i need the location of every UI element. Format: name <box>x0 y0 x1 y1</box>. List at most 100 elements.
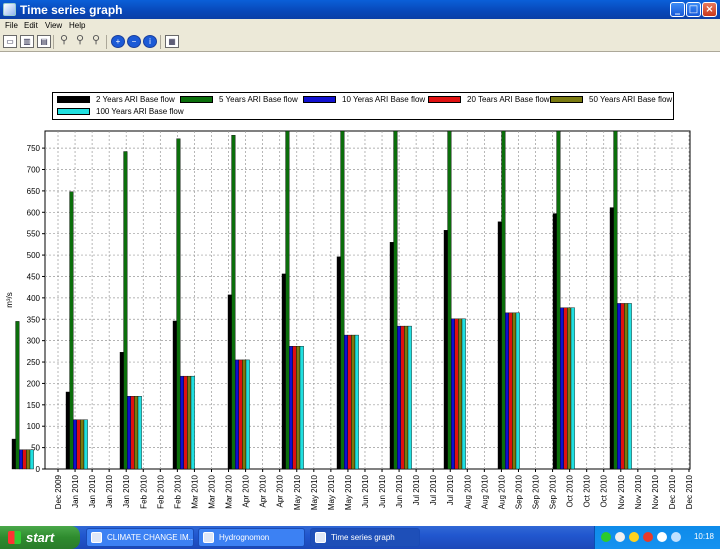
chart-bar-icon[interactable]: ▥ <box>20 35 34 48</box>
bar <box>560 307 565 470</box>
x-tick-label: Nov 2010 <box>617 474 626 509</box>
bar <box>447 130 452 470</box>
bar <box>76 419 81 470</box>
bar <box>393 130 398 470</box>
x-tick-label: Aug 2010 <box>463 474 472 509</box>
bar <box>172 320 177 470</box>
menu-file[interactable]: File <box>5 21 18 30</box>
bar <box>344 334 349 470</box>
toolbar-separator <box>106 35 107 49</box>
bar <box>451 318 456 470</box>
bar <box>289 346 294 470</box>
bar <box>340 130 345 470</box>
pan-right-icon[interactable]: − <box>127 35 141 48</box>
bar <box>454 318 459 470</box>
toolbar-separator <box>160 35 161 49</box>
x-tick-label: Jun 2010 <box>395 474 404 507</box>
bar <box>609 207 614 470</box>
bar <box>29 449 34 470</box>
chart-area: 2 Years ARI Base flow 5 Years ARI Base f… <box>0 52 720 526</box>
bar <box>69 191 74 470</box>
bar <box>72 419 77 470</box>
y-tick-label: 0 <box>36 465 41 474</box>
x-tick-label: Jun 2010 <box>378 474 387 507</box>
x-tick-label: Mar 2010 <box>190 474 199 508</box>
x-tick-label: Nov 2010 <box>634 474 643 509</box>
bar <box>407 325 412 470</box>
menu-help[interactable]: Help <box>69 21 85 30</box>
bar <box>505 312 510 470</box>
x-tick-label: Apr 2010 <box>242 474 251 507</box>
bar <box>238 359 243 470</box>
x-tick-label: Sep 2010 <box>514 474 523 509</box>
bar <box>567 307 572 470</box>
x-tick-label: Jan 2010 <box>105 474 114 507</box>
taskbar-item[interactable]: CLIMATE CHANGE IM... <box>86 528 194 547</box>
menu-bar: File Edit View Help <box>0 19 720 32</box>
taskbar-item[interactable]: Hydrognomon <box>198 528 305 547</box>
x-tick-label: Feb 2010 <box>173 474 182 508</box>
chart-area-icon[interactable]: ▭ <box>3 35 17 48</box>
tray-app-icon[interactable] <box>671 532 681 542</box>
menu-view[interactable]: View <box>45 21 62 30</box>
y-tick-label: 750 <box>27 144 41 153</box>
chart-icon <box>315 532 326 543</box>
info-icon[interactable]: i <box>143 35 157 48</box>
menu-edit[interactable]: Edit <box>24 21 38 30</box>
y-tick-label: 550 <box>27 230 41 239</box>
bar <box>336 256 341 470</box>
volume-icon[interactable] <box>615 532 625 542</box>
bar <box>613 130 618 470</box>
bar <box>80 419 85 470</box>
bar <box>19 449 24 470</box>
zoom-in-icon[interactable]: ⚲ <box>73 35 87 48</box>
x-tick-label: Dec 2010 <box>685 474 694 509</box>
bar-chart: 0501001502002503003504004505005506006507… <box>5 130 694 510</box>
x-tick-label: May 2010 <box>344 474 353 510</box>
bar <box>296 346 301 470</box>
bar <box>119 351 124 470</box>
x-tick-label: Aug 2010 <box>497 474 506 509</box>
bar <box>512 312 517 470</box>
bar <box>242 359 247 470</box>
alert-icon[interactable] <box>643 532 653 542</box>
minimize-button[interactable]: _ <box>670 2 685 17</box>
x-tick-label: Dec 2010 <box>668 474 677 509</box>
x-tick-label: May 2010 <box>310 474 319 510</box>
x-tick-label: Jul 2010 <box>412 474 421 505</box>
bar <box>552 213 557 470</box>
clock: 10:18 <box>693 532 714 541</box>
bar <box>508 312 513 470</box>
zoom-out-icon[interactable]: ⚲ <box>89 35 103 48</box>
close-button[interactable]: × <box>702 2 717 17</box>
maximize-button[interactable]: □ <box>686 2 701 17</box>
bar <box>123 151 128 470</box>
y-tick-label: 450 <box>27 272 41 281</box>
window-title: Time series graph <box>20 3 123 17</box>
grid-icon[interactable]: ▦ <box>165 35 179 48</box>
zoom-icon[interactable]: ⚲ <box>57 35 71 48</box>
x-tick-label: Feb 2010 <box>139 474 148 508</box>
x-tick-label: Jan 2010 <box>71 474 80 507</box>
start-label: start <box>26 530 55 545</box>
bar <box>83 419 88 470</box>
x-tick-label: Jan 2010 <box>88 474 97 507</box>
chart-table-icon[interactable]: ▤ <box>37 35 51 48</box>
bar <box>187 375 192 470</box>
bar <box>400 325 405 470</box>
network-icon[interactable] <box>601 532 611 542</box>
app-icon <box>3 3 16 16</box>
update-icon[interactable] <box>657 532 667 542</box>
security-icon[interactable] <box>629 532 639 542</box>
taskbar-item-active[interactable]: Time series graph <box>310 528 420 547</box>
pan-left-icon[interactable]: + <box>111 35 125 48</box>
x-tick-label: Apr 2010 <box>259 474 268 507</box>
bar <box>134 396 139 470</box>
y-tick-label: 250 <box>27 358 41 367</box>
x-tick-label: Mar 2010 <box>207 474 216 508</box>
y-tick-label: 600 <box>27 208 41 217</box>
x-tick-label: Jul 2010 <box>446 474 455 505</box>
bar <box>515 312 520 470</box>
x-tick-label: Aug 2010 <box>480 474 489 509</box>
start-button[interactable]: start <box>0 526 80 549</box>
